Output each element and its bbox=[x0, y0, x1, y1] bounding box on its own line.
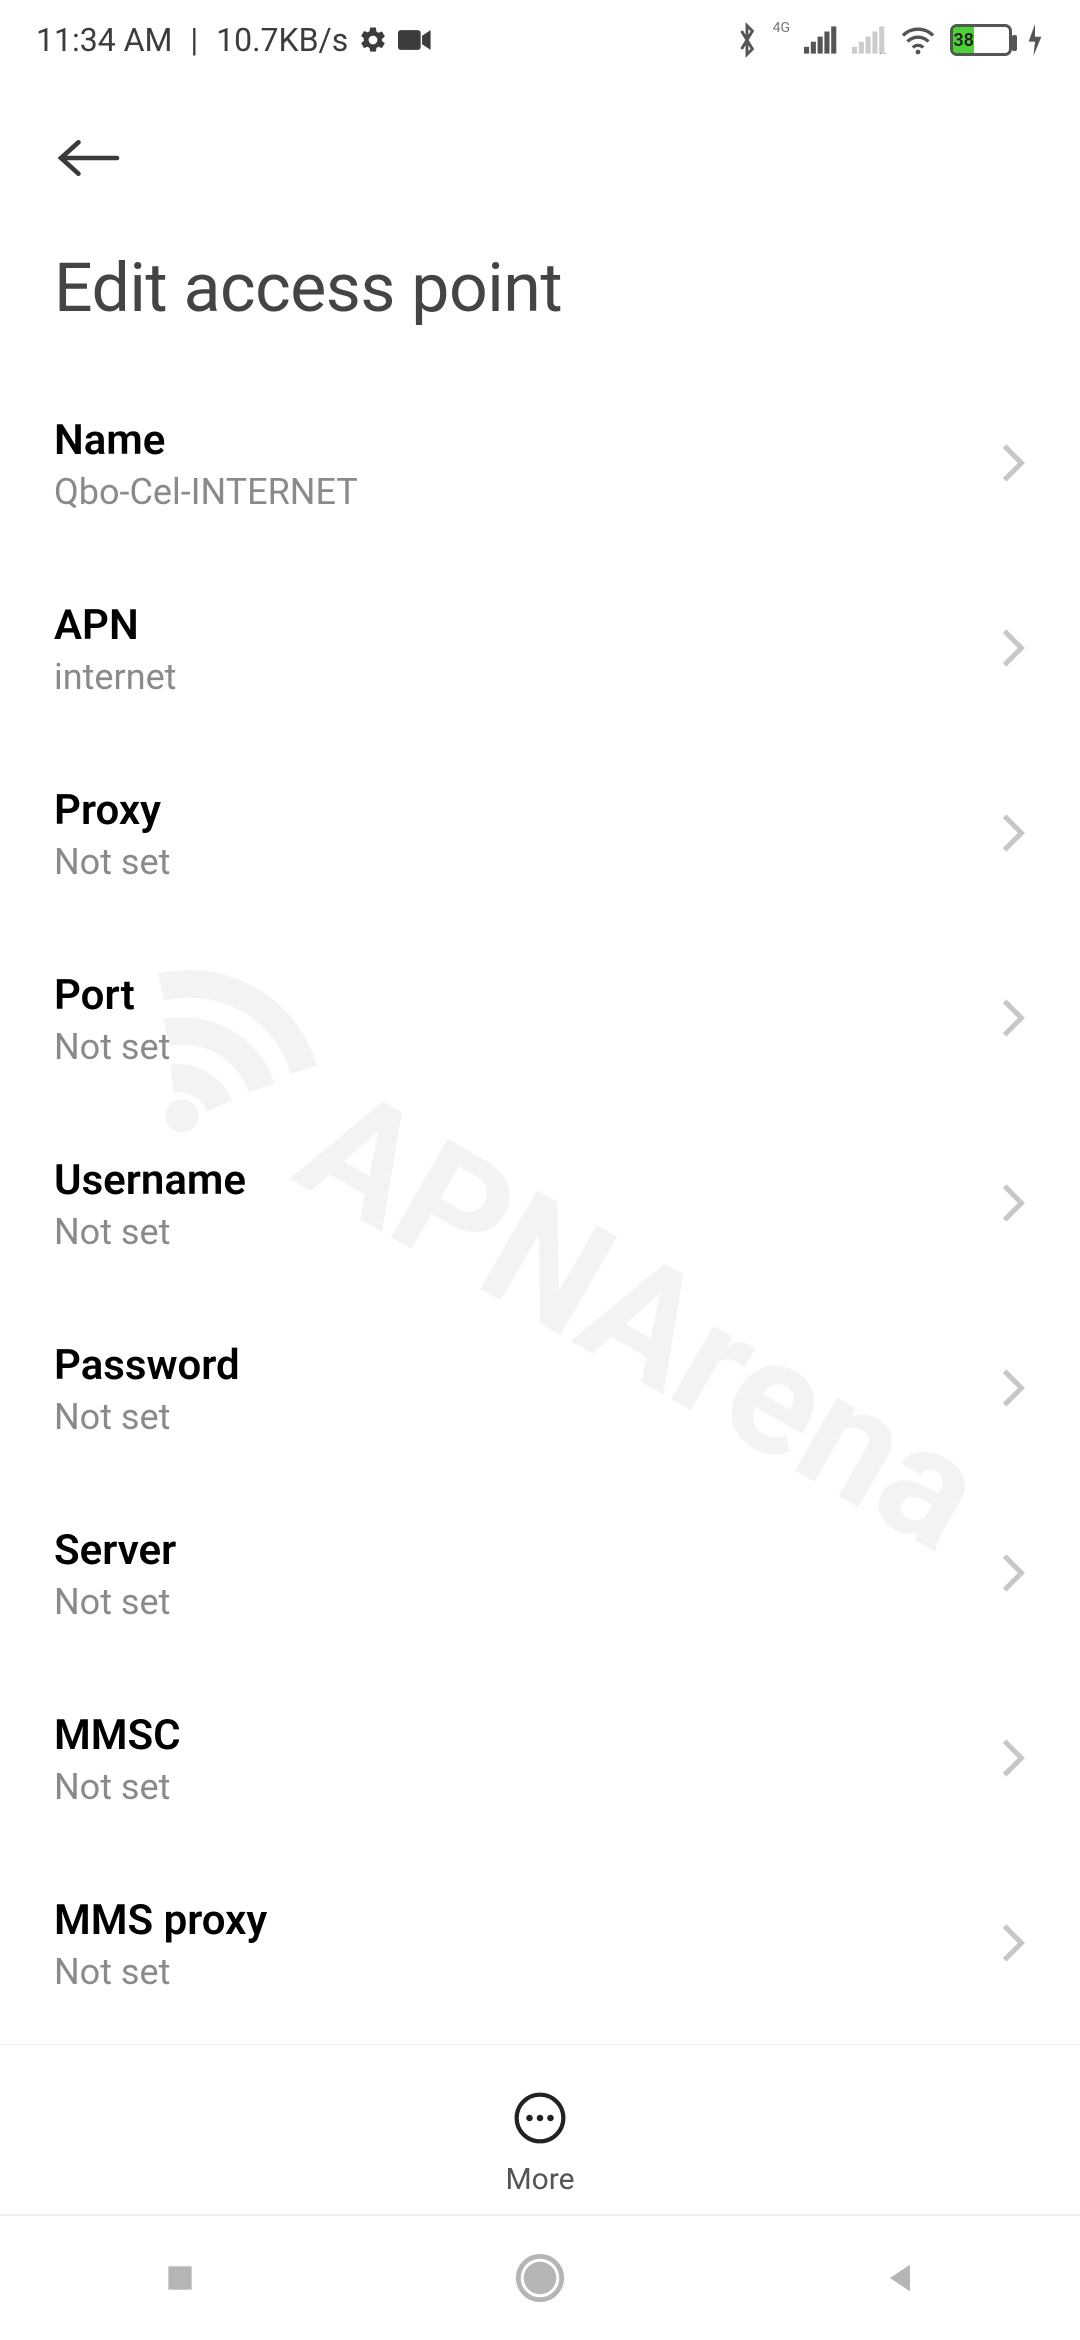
field-server[interactable]: Server Not set bbox=[20, 1488, 1060, 1661]
field-apn[interactable]: APN internet bbox=[20, 563, 1060, 736]
circle-icon bbox=[514, 2252, 566, 2304]
chevron-right-icon bbox=[1000, 1737, 1026, 1783]
field-value: Not set bbox=[54, 1766, 181, 1808]
field-label: Password bbox=[54, 1341, 240, 1390]
camera-icon bbox=[398, 28, 432, 52]
field-value: Not set bbox=[54, 841, 170, 883]
field-label: Name bbox=[54, 416, 358, 465]
status-left: 11:34 AM | 10.7KB/s bbox=[36, 21, 432, 59]
field-value: Not set bbox=[54, 1951, 267, 1993]
signal-4g-label: 4G bbox=[773, 23, 790, 33]
more-icon bbox=[512, 2090, 568, 2150]
signal-sim1-icon bbox=[804, 26, 838, 54]
chevron-right-icon bbox=[1000, 442, 1026, 488]
chevron-right-icon bbox=[1000, 627, 1026, 673]
status-separator: | bbox=[182, 21, 206, 59]
nav-recent-button[interactable] bbox=[80, 2258, 280, 2298]
field-value: Not set bbox=[54, 1026, 170, 1068]
field-password[interactable]: Password Not set bbox=[20, 1303, 1060, 1476]
field-name[interactable]: Name Qbo-Cel-INTERNET bbox=[20, 378, 1060, 551]
chevron-right-icon bbox=[1000, 997, 1026, 1043]
nav-home-button[interactable] bbox=[440, 2252, 640, 2304]
field-label: Server bbox=[54, 1526, 176, 1575]
wifi-icon bbox=[900, 25, 936, 55]
bluetooth-icon bbox=[735, 22, 759, 58]
bottom-toolbar: More bbox=[0, 2044, 1080, 2214]
chevron-right-icon bbox=[1000, 812, 1026, 858]
status-net-speed: 10.7KB/s bbox=[216, 21, 348, 59]
settings-list: APNArena Name Qbo-Cel-INTERNET APN inter… bbox=[0, 358, 1080, 2138]
page-title: Edit access point bbox=[54, 248, 1026, 328]
system-nav-bar bbox=[0, 2214, 1080, 2340]
field-value: internet bbox=[54, 656, 176, 698]
field-proxy[interactable]: Proxy Not set bbox=[20, 748, 1060, 921]
chevron-right-icon bbox=[1000, 1552, 1026, 1598]
field-value: Not set bbox=[54, 1211, 246, 1253]
status-time: 11:34 AM bbox=[36, 21, 172, 59]
more-label: More bbox=[505, 2162, 574, 2197]
field-label: MMS proxy bbox=[54, 1896, 267, 1945]
chevron-right-icon bbox=[1000, 1182, 1026, 1228]
header: Edit access point bbox=[0, 80, 1080, 358]
field-mms-proxy[interactable]: MMS proxy Not set bbox=[20, 1858, 1060, 2031]
field-label: APN bbox=[54, 601, 176, 650]
battery-icon: 38 bbox=[950, 24, 1012, 56]
field-label: Port bbox=[54, 971, 170, 1020]
field-value: Qbo-Cel-INTERNET bbox=[54, 471, 358, 513]
field-label: MMSC bbox=[54, 1711, 181, 1760]
field-port[interactable]: Port Not set bbox=[20, 933, 1060, 1106]
field-label: Username bbox=[54, 1156, 246, 1205]
gear-icon bbox=[358, 25, 388, 55]
field-label: Proxy bbox=[54, 786, 170, 835]
nav-back-button[interactable] bbox=[800, 2258, 1000, 2298]
field-mmsc[interactable]: MMSC Not set bbox=[20, 1673, 1060, 1846]
charging-icon bbox=[1026, 24, 1044, 56]
arrow-left-icon bbox=[54, 133, 124, 183]
status-bar: 11:34 AM | 10.7KB/s 4G × 38 bbox=[0, 0, 1080, 80]
field-username[interactable]: Username Not set bbox=[20, 1118, 1060, 1291]
triangle-left-icon bbox=[880, 2258, 920, 2298]
back-button[interactable] bbox=[54, 133, 124, 187]
chevron-right-icon bbox=[1000, 1922, 1026, 1968]
square-icon bbox=[160, 2258, 200, 2298]
field-value: Not set bbox=[54, 1396, 240, 1438]
battery-percent: 38 bbox=[953, 27, 974, 53]
chevron-right-icon bbox=[1000, 1367, 1026, 1413]
field-value: Not set bbox=[54, 1581, 176, 1623]
signal-sim2-icon: × bbox=[852, 26, 886, 54]
status-right: 4G × 38 bbox=[735, 22, 1044, 58]
svg-text:×: × bbox=[879, 48, 886, 54]
more-button[interactable]: More bbox=[505, 2090, 574, 2197]
